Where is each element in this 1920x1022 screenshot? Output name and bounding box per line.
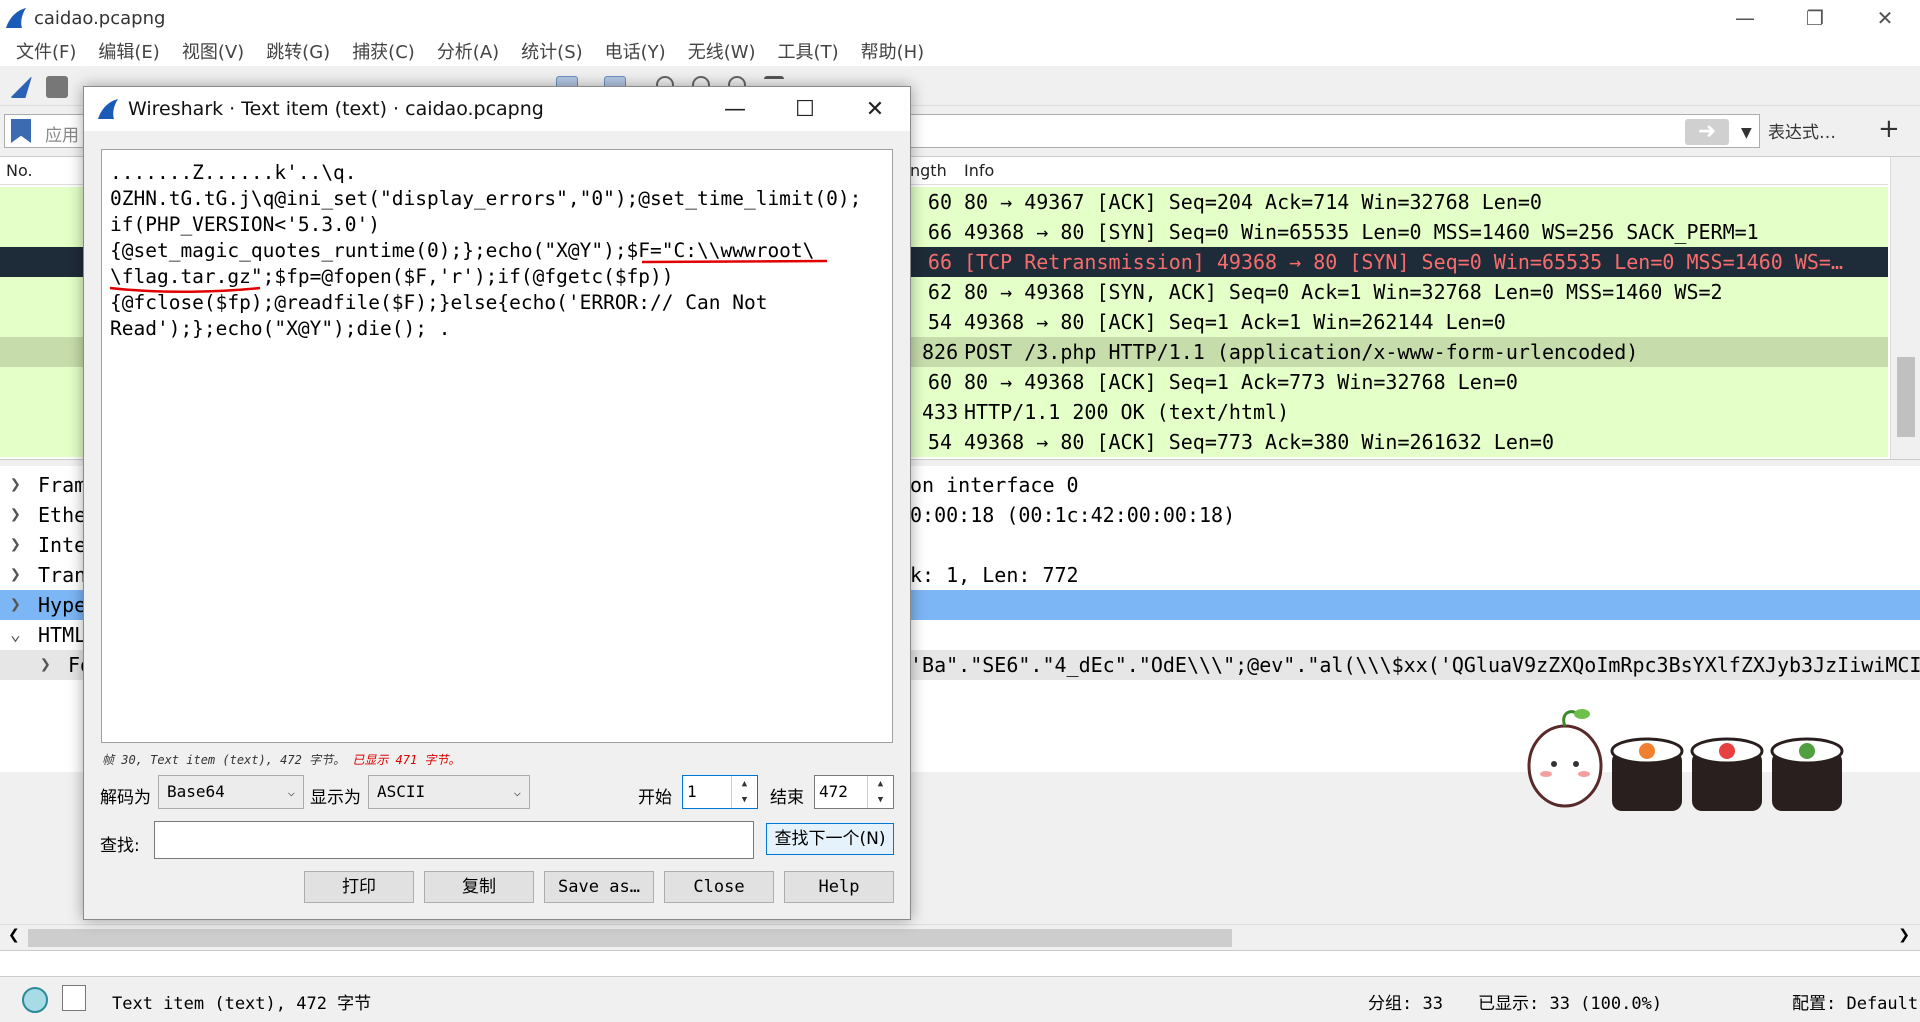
- menu-statistics[interactable]: 统计(S): [521, 38, 582, 64]
- find-next-button[interactable]: 查找下一个(N): [766, 823, 894, 855]
- collapse-arrow-icon[interactable]: ⌄: [10, 620, 21, 650]
- filter-placeholder: 应用: [45, 126, 79, 146]
- menu-bar: 文件(F) 编辑(E) 视图(V) 跳转(G) 捕获(C) 分析(A) 统计(S…: [0, 36, 1920, 66]
- wireshark-fin-icon: [98, 99, 118, 119]
- expression-button[interactable]: 表达式…: [1768, 118, 1836, 143]
- minimize-button[interactable]: —: [1710, 0, 1780, 36]
- capture-comment-icon[interactable]: [62, 985, 86, 1011]
- status-bar: Text item (text), 472 字节 分组: 33 已显示: 33 …: [0, 976, 1920, 1022]
- start-label: 开始: [638, 788, 672, 808]
- start-spinbox[interactable]: 1 ▲ ▼: [682, 775, 758, 809]
- scrollbar-thumb[interactable]: [28, 929, 1232, 947]
- bookmark-icon[interactable]: [11, 119, 31, 143]
- apply-filter-arrow-icon[interactable]: ➜: [1685, 119, 1729, 145]
- close-window-button[interactable]: ✕: [1850, 0, 1920, 36]
- menu-telephony[interactable]: 电话(Y): [605, 38, 666, 64]
- expand-arrow-icon[interactable]: ❯: [10, 530, 21, 560]
- expand-arrow-icon[interactable]: ❯: [10, 560, 21, 590]
- copy-button[interactable]: 复制: [424, 871, 534, 903]
- filter-dropdown-icon[interactable]: ▼: [1741, 125, 1752, 141]
- scroll-left-icon[interactable]: ❮: [8, 927, 20, 943]
- menu-file[interactable]: 文件(F): [16, 38, 76, 64]
- text-item-dialog: Wireshark · Text item (text) · caidao.pc…: [83, 86, 911, 920]
- scrollbar-thumb[interactable]: [1897, 357, 1915, 437]
- restore-button[interactable]: ❐: [1780, 0, 1850, 36]
- find-input[interactable]: [154, 821, 754, 859]
- menu-capture[interactable]: 捕获(C): [352, 38, 415, 64]
- column-length[interactable]: ngth: [910, 161, 947, 180]
- expand-arrow-icon[interactable]: ❯: [40, 650, 51, 680]
- chevron-down-icon: ⌵: [287, 785, 295, 799]
- dialog-maximize-button[interactable]: ☐: [770, 87, 840, 131]
- dialog-minimize-button[interactable]: —: [700, 87, 770, 131]
- menu-wireless[interactable]: 无线(W): [688, 38, 756, 64]
- decode-as-select[interactable]: Base64 ⌵: [158, 775, 304, 809]
- expert-info-icon[interactable]: [22, 987, 48, 1013]
- window-titlebar: caidao.pcapng — ❐ ✕: [0, 0, 1920, 36]
- spin-arrows-icon[interactable]: ▲ ▼: [867, 776, 893, 808]
- window-title: caidao.pcapng: [34, 7, 166, 29]
- show-as-select[interactable]: ASCII ⌵: [368, 775, 530, 809]
- save-as-button[interactable]: Save as…: [544, 871, 654, 903]
- chevron-down-icon: ⌵: [513, 785, 521, 799]
- scroll-right-icon[interactable]: ❯: [1898, 927, 1910, 943]
- expand-arrow-icon[interactable]: ❯: [10, 470, 21, 500]
- menu-go[interactable]: 跳转(G): [266, 38, 330, 64]
- help-button[interactable]: Help: [784, 871, 894, 903]
- sushi-sticker-image: [1527, 709, 1844, 811]
- end-spinbox[interactable]: 472 ▲ ▼: [814, 775, 894, 809]
- menu-edit[interactable]: 编辑(E): [98, 38, 159, 64]
- menu-view[interactable]: 视图(V): [182, 38, 244, 64]
- expand-arrow-icon[interactable]: ❯: [10, 500, 21, 530]
- menu-help[interactable]: 帮助(H): [861, 38, 925, 64]
- stop-capture-icon[interactable]: [46, 76, 68, 98]
- dialog-titlebar: Wireshark · Text item (text) · caidao.pc…: [84, 87, 910, 131]
- details-hscrollbar[interactable]: ❮ ❯: [0, 924, 1920, 950]
- dialog-close-text-button[interactable]: Close: [664, 871, 774, 903]
- dialog-close-button[interactable]: ✕: [840, 87, 910, 131]
- spin-arrows-icon[interactable]: ▲ ▼: [731, 776, 757, 808]
- decoded-text-view[interactable]: .......Z......k'..\q. 0ZHN.tG.tG.j\q@ini_…: [101, 149, 893, 743]
- add-filter-button[interactable]: +: [1878, 114, 1900, 144]
- menu-tools[interactable]: 工具(T): [778, 38, 839, 64]
- wireshark-fin-icon: [6, 8, 26, 28]
- print-button[interactable]: 打印: [304, 871, 414, 903]
- decode-as-label: 解码为: [100, 788, 151, 808]
- status-profile[interactable]: 配置: Default: [1792, 989, 1918, 1014]
- start-capture-icon[interactable]: [10, 76, 32, 98]
- expand-arrow-icon[interactable]: ❯: [10, 590, 21, 620]
- status-displayed: 已显示: 33 (100.0%): [1478, 994, 1663, 1014]
- byte-info: 帧 30, Text item (text), 472 字节。 已显示 471 …: [102, 753, 461, 767]
- show-as-label: 显示为: [310, 788, 361, 808]
- bytes-pane: [0, 950, 1920, 976]
- column-info[interactable]: Info: [964, 161, 994, 180]
- status-packets: 分组: 33: [1368, 994, 1443, 1014]
- column-no[interactable]: No.: [6, 161, 33, 180]
- status-item: Text item (text), 472 字节: [112, 994, 372, 1014]
- menu-analyze[interactable]: 分析(A): [437, 38, 499, 64]
- dialog-title: Wireshark · Text item (text) · caidao.pc…: [128, 98, 544, 120]
- red-underline-annotation: [109, 259, 828, 294]
- end-label: 结束: [770, 788, 804, 808]
- packet-list-scrollbar[interactable]: [1890, 157, 1920, 459]
- find-label: 查找:: [100, 836, 140, 856]
